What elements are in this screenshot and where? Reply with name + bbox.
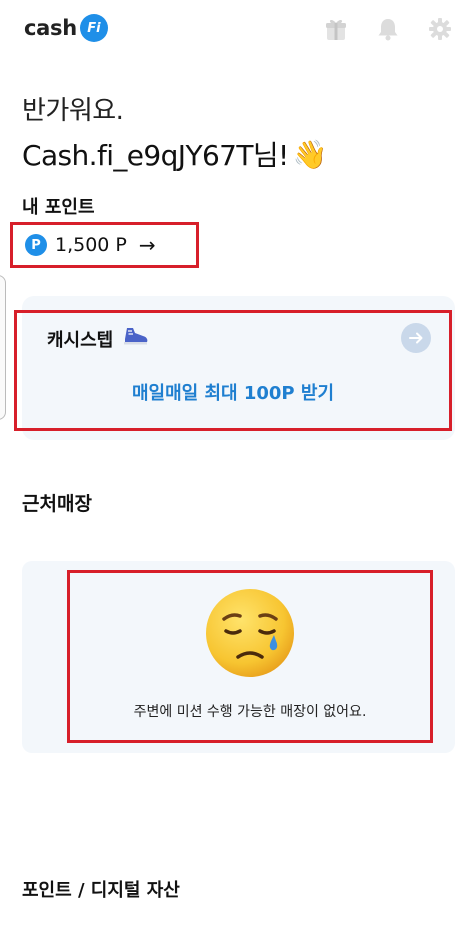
- points-value: 1,500 P: [55, 234, 127, 256]
- sneaker-icon: [121, 325, 149, 352]
- cash-step-cta[interactable]: 매일매일 최대 100P 받기: [17, 379, 449, 405]
- app-header: cash Fi: [0, 0, 467, 62]
- app-logo: cash Fi: [24, 14, 108, 42]
- gear-icon[interactable]: [427, 16, 453, 42]
- point-coin-icon: P: [25, 234, 47, 256]
- nearby-stores-title: 근처매장: [22, 493, 92, 515]
- sad-face-icon: [202, 585, 298, 681]
- header-actions: [323, 16, 453, 42]
- logo-text: cash: [24, 16, 77, 40]
- nearby-empty-message: 주변에 미션 수행 가능한 매장이 없어요.: [133, 704, 367, 720]
- greeting-text: 반가워요.: [22, 96, 124, 126]
- points-balance-button[interactable]: P 1,500 P →: [10, 222, 199, 268]
- bell-icon[interactable]: [375, 16, 401, 42]
- cash-step-title-row: 캐시스텝: [47, 325, 149, 352]
- arrow-right-icon: [409, 332, 423, 344]
- nearby-empty-state: 주변에 미션 수행 가능한 매장이 없어요.: [67, 570, 433, 743]
- cash-step-arrow-button[interactable]: [401, 323, 431, 353]
- logo-badge: Fi: [79, 14, 108, 42]
- cash-step-card[interactable]: 캐시스텝 매일매일 최대 100P 받기: [14, 310, 452, 431]
- username-text: Cash.fi_e9qJY67T님!: [22, 139, 289, 172]
- username-line: Cash.fi_e9qJY67T님! 👋: [22, 134, 328, 174]
- points-label: 내 포인트: [22, 197, 95, 218]
- assets-section-title: 포인트 / 디지털 자산: [22, 880, 180, 901]
- gift-icon[interactable]: [323, 16, 349, 42]
- side-drawer-handle[interactable]: [0, 275, 6, 420]
- arrow-right-icon: →: [138, 233, 156, 257]
- waving-hand-icon: 👋: [292, 137, 328, 171]
- cash-step-title: 캐시스텝: [47, 329, 114, 351]
